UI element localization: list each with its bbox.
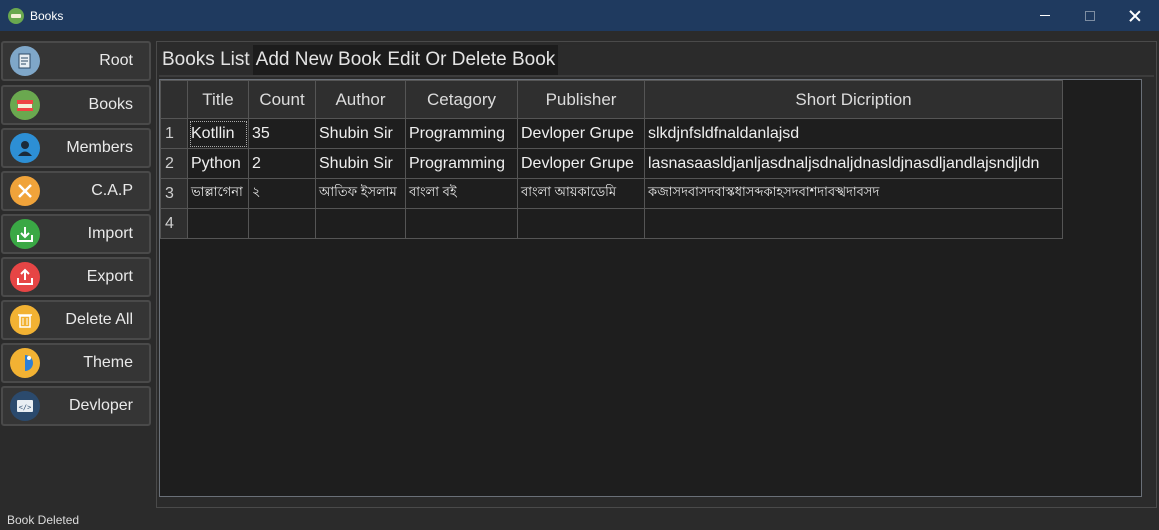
books-stack-icon [10,90,40,120]
minimize-icon [1040,15,1050,16]
cell-category[interactable]: বাংলা বই [405,178,518,209]
cell-description[interactable]: slkdjnfsldfnaldanlajsd [644,118,1063,149]
column-header-author[interactable]: Author [315,80,406,119]
cell-publisher[interactable]: Devloper Grupe [517,148,645,179]
status-bar-text: Book Deleted [7,513,80,527]
cell-title[interactable]: ভাল্লাগেনা [187,178,249,209]
cell-title[interactable]: Kotllin [187,118,249,149]
sidebar-item-label: Delete All [65,311,133,328]
tab-bar: Books List Add New Book Edit Or Delete B… [159,45,559,75]
books-table: Title Count Author Cetagory Publisher Sh… [160,80,1063,239]
table-row[interactable]: 2 Python 2 Shubin Sir Programming Devlop… [160,148,1063,179]
sidebar-item-books[interactable]: Books [1,85,151,125]
table-row[interactable]: 1 Kotllin 35 Shubin Sir Programming Devl… [160,118,1063,149]
sidebar-item-label: Export [86,268,133,285]
cell-author[interactable] [315,208,406,239]
export-upload-icon [10,262,40,292]
cell-category[interactable] [405,208,518,239]
cell-publisher[interactable] [517,208,645,239]
cell-title[interactable] [187,208,249,239]
tab-add-new-book[interactable]: Add New Book [252,45,385,75]
import-download-icon [10,219,40,249]
sidebar-item-label: Books [88,96,133,113]
sidebar-item-theme[interactable]: Theme [1,343,151,383]
main-panel: Books List Add New Book Edit Or Delete B… [156,41,1157,508]
sidebar-item-label: C.A.P [91,182,133,199]
column-header-count[interactable]: Count [248,80,316,119]
sidebar-item-label: Devloper [68,397,133,414]
cell-count[interactable]: 35 [248,118,316,149]
cell-publisher[interactable]: Devloper Grupe [517,118,645,149]
row-number[interactable]: 1 [160,118,188,149]
cell-category[interactable]: Programming [405,118,518,149]
cell-publisher[interactable]: বাংলা আয়কাডেমি [517,178,645,209]
code-icon: </> [10,391,40,421]
member-person-icon [10,133,40,163]
tab-underline [159,75,1154,77]
svg-text:</>: </> [19,404,32,412]
maximize-button[interactable] [1067,0,1113,31]
sidebar-item-cap[interactable]: C.A.P [1,171,151,211]
minimize-button[interactable] [1022,0,1068,31]
sidebar-item-label: Root [99,52,133,69]
books-table-area[interactable]: Title Count Author Cetagory Publisher Sh… [159,79,1142,497]
tab-books-list[interactable]: Books List [159,45,253,75]
cell-description[interactable]: কজাসদবাসদবাস্কধাসব্দকাহসদবাশদাবস্খদাবসদ [644,178,1063,209]
maximize-icon [1085,10,1095,21]
tab-edit-or-delete-book[interactable]: Edit Or Delete Book [384,45,559,75]
table-row[interactable]: 3 ভাল্লাগেনা ২ আতিফ ইসলাম বাংলা বই বাংলা… [160,178,1063,209]
title-bar: Books [0,0,1159,31]
row-number[interactable]: 2 [160,148,188,179]
sidebar-item-devloper[interactable]: </> Devloper [1,386,151,426]
sidebar-item-members[interactable]: Members [1,128,151,168]
sidebar-item-label: Theme [83,354,133,371]
cell-author[interactable]: আতিফ ইসলাম [315,178,406,209]
close-icon [1129,10,1141,22]
sidebar-item-root[interactable]: Root [1,41,151,81]
column-header-description[interactable]: Short Dicription [644,80,1063,119]
cell-category[interactable]: Programming [405,148,518,179]
column-header-title[interactable]: Title [187,80,249,119]
cell-author[interactable]: Shubin Sir [315,148,406,179]
trash-icon [10,305,40,335]
cell-description[interactable]: lasnasaasldjanljasdnaljsdnaljdnasldjnasd… [644,148,1063,179]
root-notepad-icon [10,46,40,76]
cell-count[interactable]: ২ [248,178,316,209]
cell-author[interactable]: Shubin Sir [315,118,406,149]
tools-icon [10,176,40,206]
theme-icon [10,348,40,378]
cell-title[interactable]: Python [187,148,249,179]
column-header-category[interactable]: Cetagory [405,80,518,119]
sidebar-item-delete-all[interactable]: Delete All [1,300,151,340]
books-app-icon [8,7,24,24]
table-header-row: Title Count Author Cetagory Publisher Sh… [160,80,1063,119]
cell-description[interactable] [644,208,1063,239]
row-number[interactable]: 4 [160,208,188,239]
column-header-publisher[interactable]: Publisher [517,80,645,119]
sidebar-item-import[interactable]: Import [1,214,151,254]
sidebar-item-export[interactable]: Export [1,257,151,297]
close-button[interactable] [1112,0,1158,31]
row-number[interactable]: 3 [160,178,188,209]
sidebar-item-label: Members [66,139,133,156]
table-row[interactable]: 4 [160,208,1063,239]
header-corner[interactable] [160,80,188,119]
window-title: Books [30,8,64,23]
cell-count[interactable] [248,208,316,239]
sidebar-item-label: Import [87,225,133,242]
cell-count[interactable]: 2 [248,148,316,179]
